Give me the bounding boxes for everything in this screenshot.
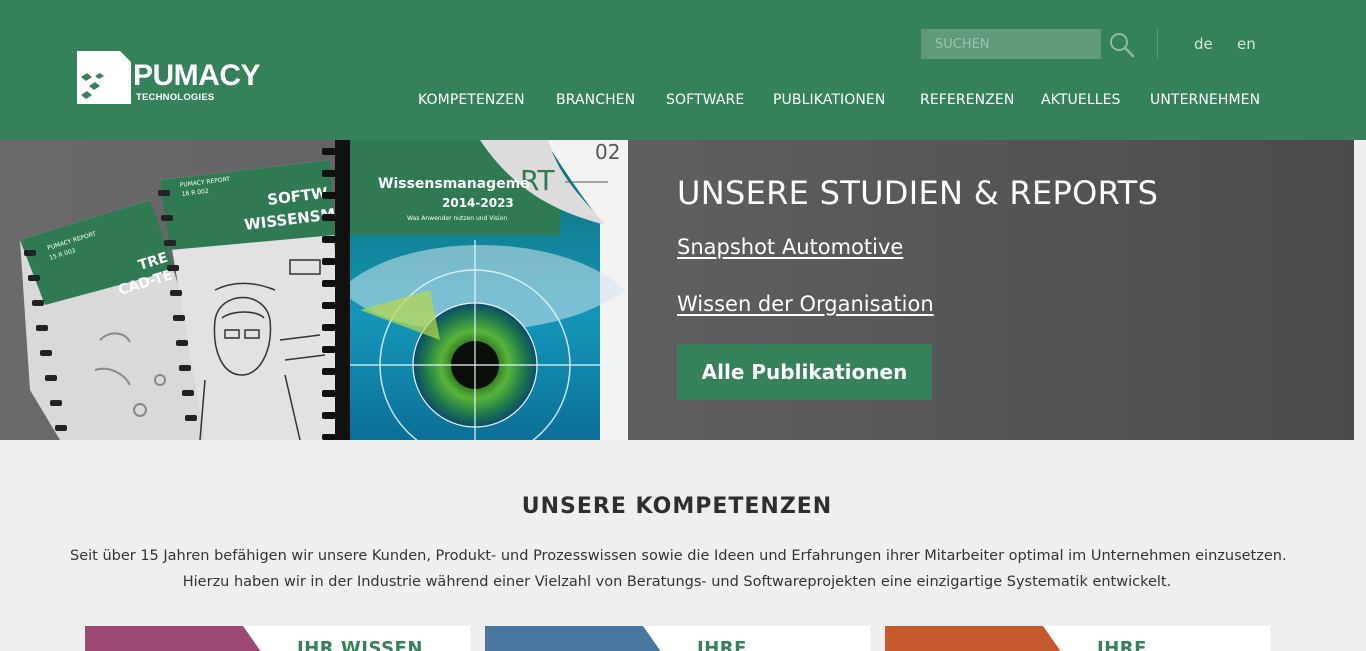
hero-banner: PUMACY REPORT 15 R 003 TRE CAD-TE PUMACY…	[0, 140, 1354, 440]
language-de-link[interactable]: de	[1194, 35, 1213, 53]
nav-publikationen[interactable]: PUBLIKATIONEN	[773, 92, 885, 108]
section-text-line-1: Seit über 15 Jahren befähigen wir unsere…	[70, 548, 1287, 564]
nav-kompetenzen[interactable]: KOMPETENZEN	[418, 92, 525, 108]
card-title: IHR WISSEN	[297, 638, 423, 651]
card-band	[885, 626, 1061, 651]
search-icon[interactable]	[1108, 31, 1136, 59]
header-divider	[1157, 29, 1158, 58]
competence-card-3[interactable]: IHRE	[885, 626, 1270, 651]
language-en-link[interactable]: en	[1237, 35, 1256, 53]
card-band	[85, 626, 261, 651]
competence-card-wissen[interactable]: IHR WISSEN	[85, 626, 470, 651]
pumacy-logo[interactable]: PUMACY TECHNOLOGIES	[77, 51, 267, 107]
logo-subtitle: TECHNOLOGIES	[136, 92, 215, 103]
competence-card-2[interactable]: IHRE	[485, 626, 870, 651]
card-band	[485, 626, 661, 651]
alle-publikationen-button[interactable]: Alle Publikationen	[677, 344, 932, 400]
card-title: IHRE	[697, 638, 747, 651]
report-3-years: 2014-2023	[442, 196, 514, 210]
site-header: PUMACY TECHNOLOGIES de en KOMPETENZEN BR…	[0, 0, 1366, 140]
card-title: IHRE	[1097, 638, 1147, 651]
section-title: UNSERE KOMPETENZEN	[521, 494, 833, 519]
nav-branchen[interactable]: BRANCHEN	[556, 92, 635, 108]
report-3-title: Wissensmanageme	[378, 176, 530, 192]
report-cover-3: 02 RT Wissensmanageme 2014-2023 Was Anwe…	[322, 140, 628, 440]
reports-illustration: PUMACY REPORT 15 R 003 TRE CAD-TE PUMACY…	[20, 140, 628, 440]
wissen-der-organisation-link[interactable]: Wissen der Organisation	[677, 292, 934, 316]
report-3-number: 02	[595, 140, 620, 164]
hero-title: UNSERE STUDIEN & REPORTS	[677, 174, 1159, 212]
search-input[interactable]	[921, 29, 1101, 59]
nav-software[interactable]: SOFTWARE	[666, 92, 744, 108]
logo-name: PUMACY	[133, 59, 261, 92]
pumacy-logo-icon	[77, 51, 131, 104]
nav-referenzen[interactable]: REFERENZEN	[920, 92, 1014, 108]
report-3-subtitle: Was Anwender nutzen und Vision	[407, 215, 507, 222]
section-text-line-2: Hierzu haben wir in der Industrie währen…	[182, 574, 1172, 590]
nav-aktuelles[interactable]: AKTUELLES	[1041, 92, 1121, 108]
nav-unternehmen[interactable]: UNTERNEHMEN	[1150, 92, 1260, 108]
snapshot-automotive-link[interactable]: Snapshot Automotive	[677, 235, 903, 259]
